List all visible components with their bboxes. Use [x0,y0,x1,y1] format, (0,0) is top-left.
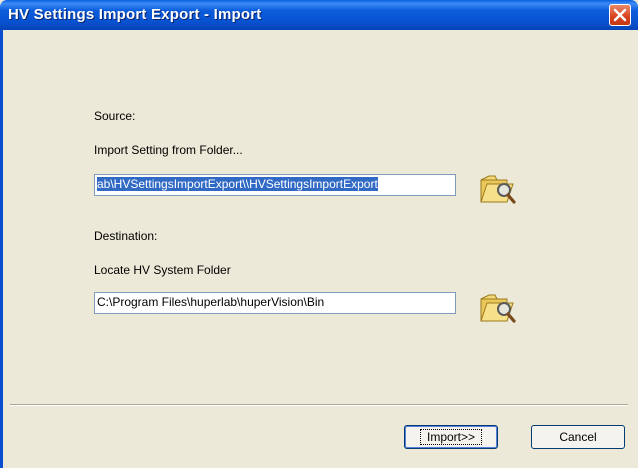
source-folder-label: Import Setting from Folder... [94,143,243,157]
dialog-window: HV Settings Import Export - Import Sourc… [0,0,638,468]
destination-heading: Destination: [94,229,158,243]
destination-browse-button[interactable] [477,287,519,329]
window-frame-left [0,30,3,468]
import-button-label: Import>> [419,429,483,445]
source-path-text: ab\HVSettingsImportExport\\HVSettingsImp… [97,177,378,191]
close-button[interactable] [609,4,631,26]
source-heading: Source: [94,109,136,123]
folder-search-icon [480,175,516,204]
folder-search-icon [480,294,516,323]
source-browse-button[interactable] [477,168,519,210]
destination-path-text: C:\Program Files\huperlab\huperVision\Bi… [97,295,325,309]
title-bar: HV Settings Import Export - Import [0,0,638,30]
destination-path-field[interactable]: C:\Program Files\huperlab\huperVision\Bi… [94,292,456,314]
import-button[interactable]: Import>> [404,425,498,449]
cancel-button-label: Cancel [559,430,597,444]
destination-folder-label: Locate HV System Folder [94,263,231,277]
button-separator [10,404,628,406]
close-icon [613,8,627,22]
cancel-button[interactable]: Cancel [531,425,625,449]
source-path-field[interactable]: ab\HVSettingsImportExport\\HVSettingsImp… [94,174,456,196]
window-title: HV Settings Import Export - Import [8,6,262,23]
